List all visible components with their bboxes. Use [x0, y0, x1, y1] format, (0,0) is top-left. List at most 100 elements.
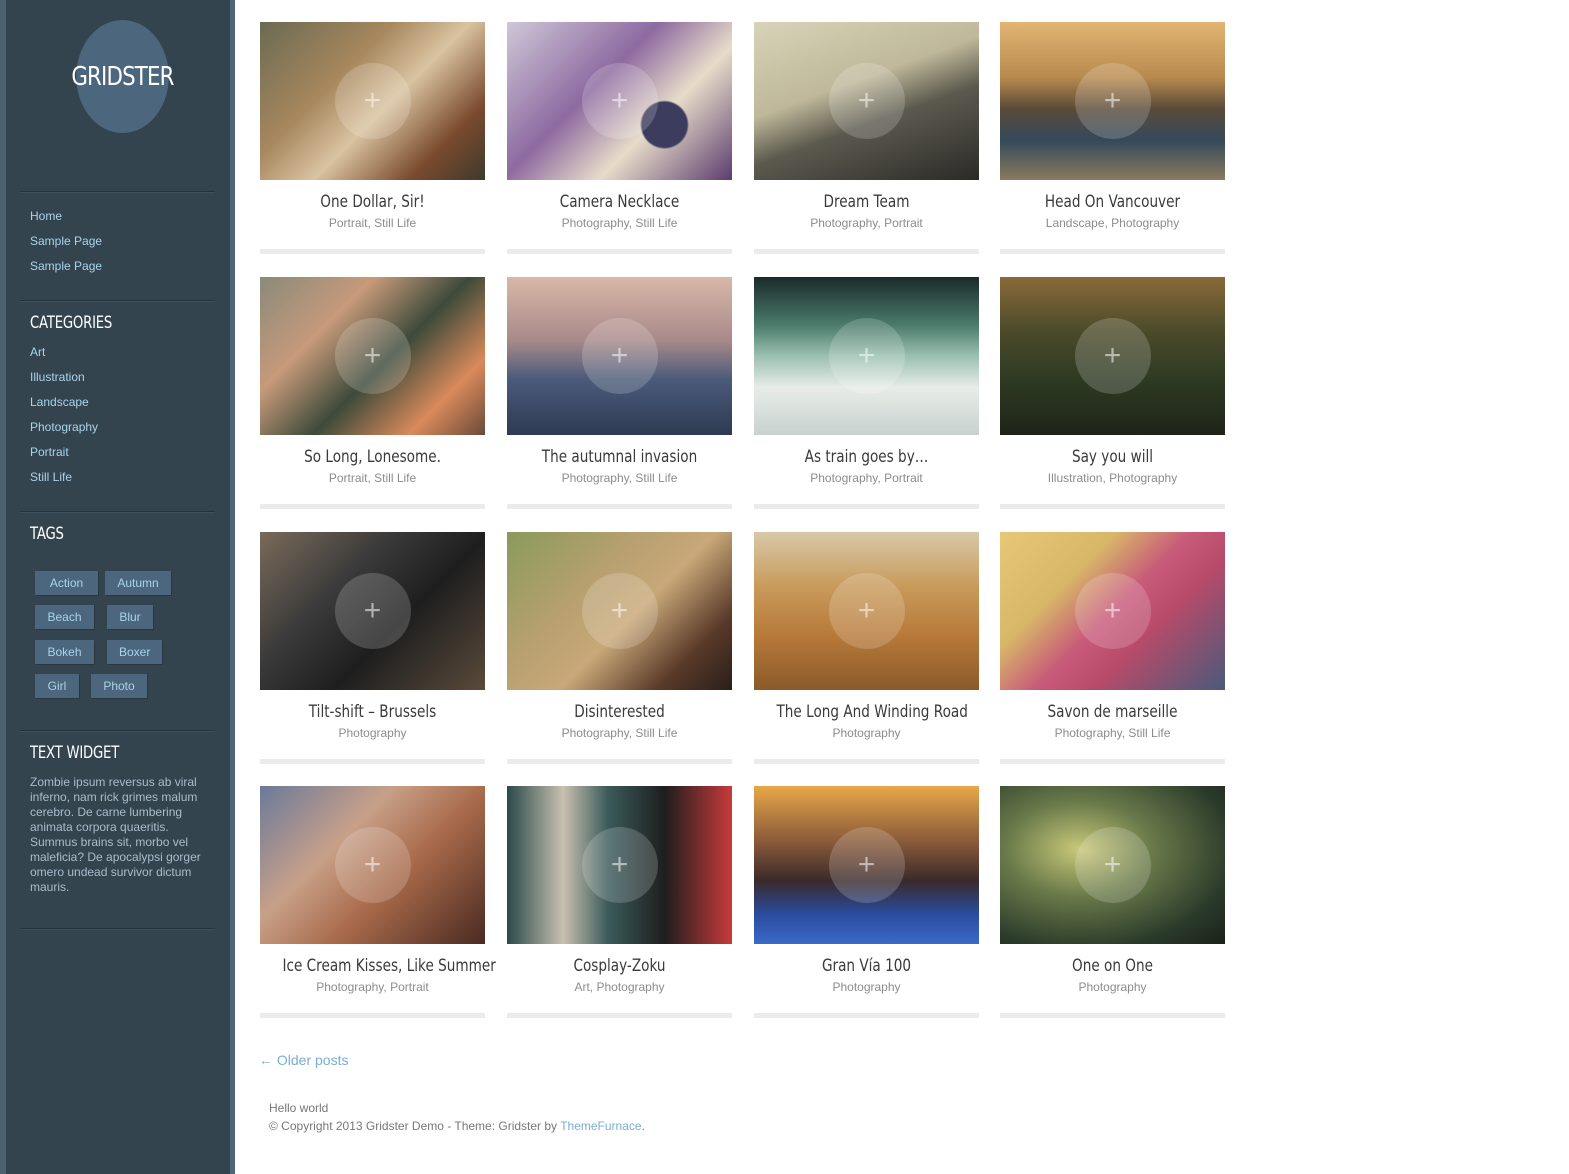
post-categories[interactable]: Photography, Still Life — [507, 216, 732, 230]
post-thumbnail[interactable]: + — [260, 277, 485, 435]
plus-icon: + — [1074, 827, 1151, 903]
post-card: + As train goes by… Photography, Portrai… — [754, 277, 979, 509]
site-logo[interactable]: GRIDSTER — [71, 20, 174, 133]
post-categories[interactable]: Photography, Still Life — [507, 471, 732, 485]
post-thumbnail[interactable]: + — [507, 786, 732, 944]
post-thumbnail[interactable]: + — [754, 532, 979, 690]
post-categories[interactable]: Photography, Portrait — [754, 471, 979, 485]
post-thumbnail[interactable]: + — [507, 22, 732, 180]
plus-icon: + — [581, 827, 658, 903]
post-card: + Savon de marseille Photography, Still … — [1000, 532, 1225, 764]
footer-copyright: © Copyright 2013 Gridster Demo - Theme: … — [269, 1119, 645, 1133]
post-title[interactable]: One Dollar, Sir! — [283, 192, 463, 212]
post-title[interactable]: Dream Team — [777, 192, 957, 212]
plus-icon: + — [334, 318, 411, 394]
plus-icon: + — [581, 573, 658, 649]
copyright-end: . — [641, 1119, 645, 1133]
post-categories[interactable]: Portrait, Still Life — [260, 216, 485, 230]
post-title[interactable]: Tilt-shift – Brussels — [283, 702, 463, 722]
card-divider — [507, 504, 732, 509]
post-thumbnail[interactable]: + — [260, 22, 485, 180]
nav-sample-page-2[interactable]: Sample Page — [30, 259, 102, 273]
card-divider — [1000, 249, 1225, 254]
card-divider — [1000, 759, 1225, 764]
divider — [20, 300, 215, 301]
post-thumbnail[interactable]: + — [260, 786, 485, 944]
tag-autumn[interactable]: Autumn — [105, 571, 171, 595]
post-title[interactable]: Say you will — [1023, 447, 1203, 467]
nav-sample-page[interactable]: Sample Page — [30, 234, 102, 248]
post-categories[interactable]: Photography — [754, 980, 979, 994]
post-categories[interactable]: Portrait, Still Life — [260, 471, 485, 485]
category-illustration[interactable]: Illustration — [30, 370, 85, 384]
post-categories[interactable]: Photography, Still Life — [507, 726, 732, 740]
post-title[interactable]: Gran Vía 100 — [777, 956, 957, 976]
post-categories[interactable]: Photography, Portrait — [260, 980, 485, 994]
post-categories[interactable]: Photography, Portrait — [754, 216, 979, 230]
tag-action[interactable]: Action — [35, 571, 98, 595]
post-thumbnail[interactable]: + — [754, 277, 979, 435]
post-title[interactable]: The Long And Winding Road — [777, 702, 968, 722]
post-thumbnail[interactable]: + — [754, 22, 979, 180]
category-portrait[interactable]: Portrait — [30, 445, 69, 459]
post-categories[interactable]: Photography — [260, 726, 485, 740]
post-title[interactable]: Savon de marseille — [1023, 702, 1203, 722]
card-divider — [754, 759, 979, 764]
card-divider — [754, 504, 979, 509]
tag-bokeh[interactable]: Bokeh — [35, 640, 94, 664]
post-title[interactable]: Disinterested — [530, 702, 710, 722]
card-divider — [260, 249, 485, 254]
tag-blur[interactable]: Blur — [107, 605, 153, 629]
post-thumbnail[interactable]: + — [1000, 786, 1225, 944]
themefurnace-link[interactable]: ThemeFurnace — [560, 1119, 641, 1133]
post-categories[interactable]: Photography — [1000, 980, 1225, 994]
post-card: + Dream Team Photography, Portrait — [754, 22, 979, 254]
post-title[interactable]: Head On Vancouver — [1023, 192, 1203, 212]
post-thumbnail[interactable]: + — [1000, 532, 1225, 690]
category-landscape[interactable]: Landscape — [30, 395, 89, 409]
tag-beach[interactable]: Beach — [35, 605, 94, 629]
post-title[interactable]: As train goes by… — [777, 447, 957, 467]
card-divider — [260, 504, 485, 509]
post-title[interactable]: So Long, Lonesome. — [283, 447, 463, 467]
post-title[interactable]: Camera Necklace — [530, 192, 710, 212]
card-divider — [754, 1013, 979, 1018]
category-still-life[interactable]: Still Life — [30, 470, 72, 484]
post-thumbnail[interactable]: + — [260, 532, 485, 690]
post-title[interactable]: One on One — [1023, 956, 1203, 976]
post-categories[interactable]: Landscape, Photography — [1000, 216, 1225, 230]
post-thumbnail[interactable]: + — [507, 277, 732, 435]
plus-icon: + — [581, 318, 658, 394]
post-title[interactable]: Ice Cream Kisses, Like Summer — [283, 956, 496, 976]
post-card: + One on One Photography — [1000, 786, 1225, 1018]
plus-icon: + — [1074, 63, 1151, 139]
nav-home[interactable]: Home — [30, 209, 62, 223]
post-title[interactable]: The autumnal invasion — [530, 447, 710, 467]
footer-hello-world[interactable]: Hello world — [269, 1101, 328, 1115]
category-art[interactable]: Art — [30, 345, 45, 359]
post-categories[interactable]: Photography — [754, 726, 979, 740]
category-photography[interactable]: Photography — [30, 420, 98, 434]
post-categories[interactable]: Photography, Still Life — [1000, 726, 1225, 740]
plus-icon: + — [334, 573, 411, 649]
plus-icon: + — [334, 63, 411, 139]
post-card: + So Long, Lonesome. Portrait, Still Lif… — [260, 277, 485, 509]
post-card: + One Dollar, Sir! Portrait, Still Life — [260, 22, 485, 254]
post-thumbnail[interactable]: + — [754, 786, 979, 944]
post-categories[interactable]: Illustration, Photography — [1000, 471, 1225, 485]
plus-icon: + — [1074, 318, 1151, 394]
tag-photo[interactable]: Photo — [91, 674, 147, 698]
tag-boxer[interactable]: Boxer — [107, 640, 162, 664]
post-title[interactable]: Cosplay-Zoku — [530, 956, 710, 976]
post-card: + The autumnal invasion Photography, Sti… — [507, 277, 732, 509]
tag-girl[interactable]: Girl — [35, 674, 79, 698]
post-categories[interactable]: Art, Photography — [507, 980, 732, 994]
post-thumbnail[interactable]: + — [507, 532, 732, 690]
text-widget-body: Zombie ipsum reversus ab viral inferno, … — [30, 775, 201, 894]
post-thumbnail[interactable]: + — [1000, 277, 1225, 435]
plus-icon: + — [828, 827, 905, 903]
post-thumbnail[interactable]: + — [1000, 22, 1225, 180]
post-card: + The Long And Winding Road Photography — [754, 532, 979, 764]
divider — [20, 511, 215, 512]
older-posts-link[interactable]: ← Older posts — [259, 1052, 348, 1068]
